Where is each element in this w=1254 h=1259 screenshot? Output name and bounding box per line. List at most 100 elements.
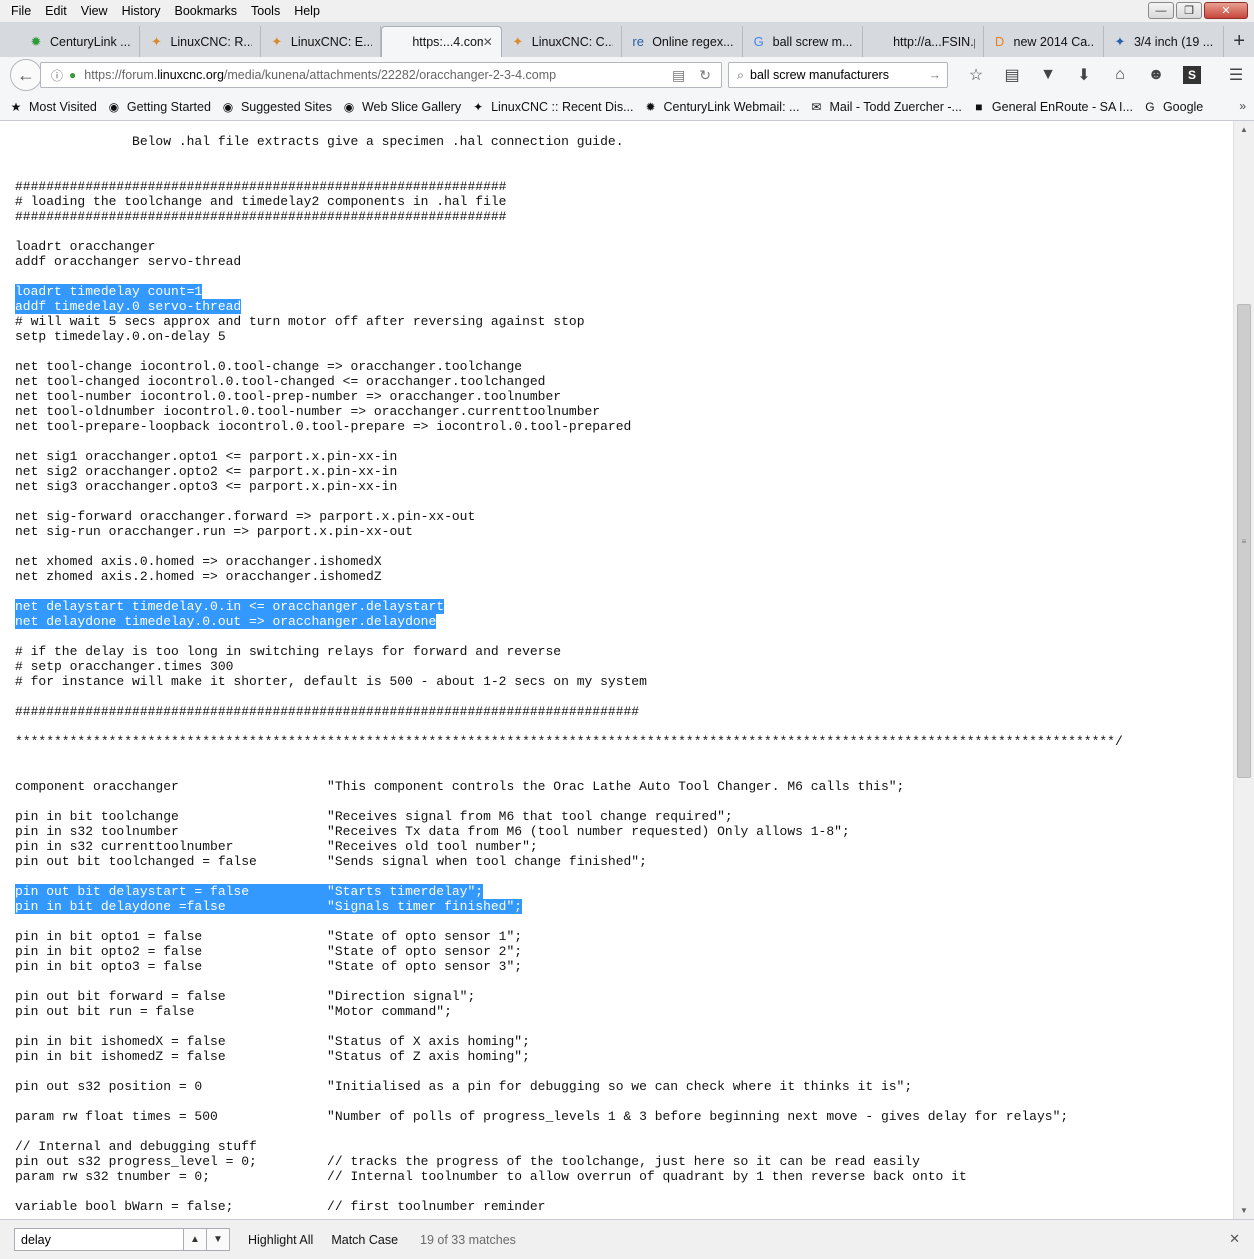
- bookmark-favicon-icon: ★: [10, 99, 22, 114]
- code-line: Below .hal file extracts give a specimen…: [15, 134, 1123, 149]
- tab-favicon-icon: ✦: [1114, 33, 1126, 49]
- downloads-icon[interactable]: ⬇: [1066, 60, 1102, 90]
- tab-9[interactable]: ✦ 3/4 inch (19 ...: [1104, 26, 1225, 57]
- tab-6[interactable]: Gball screw m...: [743, 26, 864, 57]
- search-input[interactable]: ball screw manufacturers: [750, 68, 889, 82]
- lock-icon: ●: [69, 68, 77, 82]
- highlight-all-toggle[interactable]: Highlight All: [248, 1233, 313, 1247]
- code-line: pin in s32 currenttoolnumber "Receives o…: [15, 839, 1123, 854]
- code-line-text: pin in bit ishomedZ = false "Status of Z…: [15, 1049, 530, 1064]
- code-line-text: net tool-changed iocontrol.0.tool-change…: [15, 374, 546, 389]
- code-line: pin out s32 progress_level = 0; // track…: [15, 1154, 1123, 1169]
- code-line-text: net sig2 oracchanger.opto2 <= parport.x.…: [15, 464, 398, 479]
- tab-label: http://a...FSIN.pdf: [893, 34, 974, 49]
- code-line: addf oracchanger servo-thread: [15, 254, 1123, 269]
- menu-file[interactable]: File: [4, 0, 38, 22]
- pocket-icon[interactable]: ▼: [1030, 60, 1066, 90]
- menu-tools[interactable]: Tools: [244, 0, 287, 22]
- tab-favicon-icon: ✹: [30, 33, 42, 49]
- code-line: pin in s32 toolnumber "Receives Tx data …: [15, 824, 1123, 839]
- tab-label: Online regex...: [652, 34, 734, 49]
- tab-label: LinuxCNC: R...: [170, 34, 252, 49]
- bookmarks-overflow-icon[interactable]: »: [1239, 99, 1246, 113]
- reload-icon[interactable]: ↻: [699, 67, 711, 84]
- bookmark-label: Google: [1162, 99, 1204, 114]
- search-bar[interactable]: ⌕ ball screw manufacturers →: [728, 62, 948, 88]
- tab-favicon-icon: re: [632, 34, 644, 49]
- tab-2[interactable]: ✦ LinuxCNC: E...: [261, 26, 382, 57]
- code-line: addf timedelay.0 servo-thread: [15, 299, 1123, 314]
- tab-8[interactable]: Dnew 2014 Ca...: [984, 26, 1104, 57]
- code-line-text: net tool-oldnumber iocontrol.0.tool-numb…: [15, 404, 601, 419]
- code-line-text: ########################################…: [15, 209, 507, 224]
- close-tab-icon[interactable]: ✕: [483, 35, 493, 49]
- code-line: net tool-change iocontrol.0.tool-change …: [15, 359, 1123, 374]
- bookmark-star-icon[interactable]: ☆: [958, 60, 994, 90]
- bookmark-favicon-icon: G: [1145, 99, 1155, 114]
- tab-label: ball screw m...: [772, 34, 853, 49]
- close-window-button[interactable]: ✕: [1204, 2, 1248, 19]
- find-next-button[interactable]: ▼: [207, 1228, 230, 1251]
- home-icon[interactable]: ⌂: [1102, 60, 1138, 90]
- tab-7[interactable]: http://a...FSIN.pdf: [863, 26, 984, 57]
- tab-1[interactable]: ✦ LinuxCNC: R...: [140, 26, 261, 57]
- code-line: pin in bit toolchange "Receives signal f…: [15, 809, 1123, 824]
- bookmark-item[interactable]: ★ Most Visited: [8, 99, 97, 115]
- bookmark-item[interactable]: ◉ Web Slice Gallery: [341, 99, 461, 115]
- menu-history[interactable]: History: [115, 0, 168, 22]
- tab-4[interactable]: ✦ LinuxCNC: C...: [502, 26, 623, 57]
- code-line: pin out bit forward = false "Direction s…: [15, 989, 1123, 1004]
- bookmark-item[interactable]: ✹ CenturyLink Webmail: ...: [643, 99, 799, 115]
- code-line-text: pin out bit toolchanged = false "Sends s…: [15, 854, 647, 869]
- menu-edit[interactable]: Edit: [38, 0, 74, 22]
- hamburger-menu-icon[interactable]: ☰: [1218, 60, 1254, 90]
- menu-bookmarks[interactable]: Bookmarks: [167, 0, 244, 22]
- scroll-down-arrow[interactable]: ▼: [1234, 1202, 1254, 1219]
- code-line-text: // Internal and debugging stuff: [15, 1139, 257, 1154]
- search-go-icon[interactable]: →: [929, 68, 948, 82]
- code-line-text: # if the delay is too long in switching …: [15, 644, 562, 659]
- bookmark-item[interactable]: ✉ Mail - Todd Zuercher -...: [808, 99, 961, 115]
- minimize-button[interactable]: —: [1148, 2, 1174, 19]
- code-line-text: ########################################…: [15, 704, 640, 719]
- bookmarks-menu-icon[interactable]: ▤: [994, 60, 1030, 90]
- menu-help[interactable]: Help: [287, 0, 327, 22]
- window-controls: — ❐ ✕: [1148, 2, 1248, 19]
- match-case-toggle[interactable]: Match Case: [331, 1233, 398, 1247]
- code-line-text: Below .hal file extracts give a specimen…: [15, 134, 624, 149]
- tab-0[interactable]: ✹ CenturyLink ...: [20, 26, 141, 57]
- addon-icon[interactable]: S: [1183, 66, 1201, 84]
- hello-icon[interactable]: ☻: [1138, 60, 1174, 90]
- bookmark-item[interactable]: ◉ Suggested Sites: [220, 99, 332, 115]
- menu-view[interactable]: View: [74, 0, 115, 22]
- code-line: param rw s32 tnumber = 0; // Internal to…: [15, 1169, 1123, 1184]
- bookmark-item[interactable]: ■ General EnRoute - SA I...: [971, 99, 1133, 115]
- bookmark-label: Most Visited: [29, 99, 97, 114]
- site-info-icon[interactable]: ⓘ: [51, 67, 63, 84]
- find-previous-button[interactable]: ▲: [184, 1228, 207, 1251]
- bookmark-item[interactable]: ✦ LinuxCNC :: Recent Dis...: [470, 99, 633, 115]
- close-find-bar-icon[interactable]: ✕: [1229, 1231, 1240, 1247]
- reader-view-icon[interactable]: ▤: [672, 67, 685, 84]
- scroll-up-arrow[interactable]: ▲: [1234, 121, 1254, 138]
- maximize-button[interactable]: ❐: [1176, 2, 1202, 19]
- code-line-text: pin out s32 progress_level = 0; // track…: [15, 1154, 920, 1169]
- tab-5[interactable]: re Online regex...: [622, 26, 743, 57]
- find-input[interactable]: [14, 1228, 184, 1251]
- vertical-scrollbar[interactable]: ▲ ≡ ▼: [1233, 121, 1254, 1219]
- back-button[interactable]: ←: [10, 59, 42, 91]
- bookmark-item[interactable]: ◉ Getting Started: [106, 99, 211, 115]
- new-tab-button[interactable]: +: [1224, 26, 1254, 57]
- bookmark-item[interactable]: G Google: [1142, 99, 1203, 115]
- code-line: loadrt timedelay count=1: [15, 284, 1123, 299]
- tab-3[interactable]: https:...4.comp✕: [381, 26, 502, 57]
- tab-favicon-icon: [390, 34, 406, 50]
- url-bar[interactable]: ⓘ ● https://forum.linuxcnc.org/media/kun…: [40, 62, 722, 88]
- scroll-thumb[interactable]: ≡: [1237, 304, 1251, 778]
- code-line: net xhomed axis.0.homed => oracchanger.i…: [15, 554, 1123, 569]
